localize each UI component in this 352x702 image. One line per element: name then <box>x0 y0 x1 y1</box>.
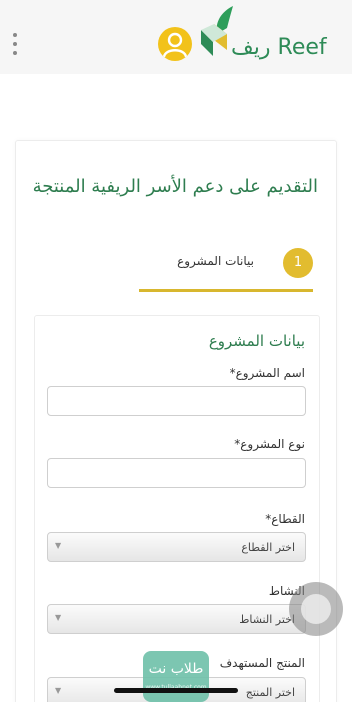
project-name-label: اسم المشروع* <box>229 366 305 380</box>
chevron-down-icon: ▼ <box>55 686 62 695</box>
target-product-select-placeholder: اختر المنتج <box>245 686 295 699</box>
chevron-down-icon: ▼ <box>55 613 62 622</box>
brand-name: ريف Reef <box>231 35 327 60</box>
target-product-label: المنتج المستهدف <box>219 656 305 670</box>
project-type-input[interactable] <box>47 458 306 488</box>
watermark-text: طلاب نت <box>148 661 204 677</box>
reef-logo: ريف Reef <box>197 4 347 68</box>
step-indicator[interactable]: 1 <box>283 248 313 278</box>
step-progress-line <box>139 289 313 292</box>
sector-select[interactable]: ▼ اختر القطاع <box>47 532 306 562</box>
app-header: ريف Reef <box>0 0 352 74</box>
watermark-logo: طلاب نت www.tullaabnet.com <box>143 651 209 702</box>
step-label: بيانات المشروع <box>177 254 254 268</box>
user-avatar-icon[interactable] <box>158 27 192 61</box>
sector-select-placeholder: اختر القطاع <box>241 541 295 554</box>
assistive-touch-ring <box>301 594 331 624</box>
project-name-input[interactable] <box>47 386 306 416</box>
chevron-down-icon: ▼ <box>55 541 62 550</box>
section-title: بيانات المشروع <box>208 332 305 350</box>
page-title: التقديم على دعم الأسر الريفية المنتجة <box>32 176 318 197</box>
project-type-label: نوع المشروع* <box>234 437 305 451</box>
sector-label: القطاع* <box>265 512 305 526</box>
home-indicator[interactable] <box>114 688 238 693</box>
activity-select-placeholder: اختر النشاط <box>239 613 295 626</box>
more-menu-icon[interactable] <box>10 33 20 55</box>
activity-select[interactable]: ▼ اختر النشاط <box>47 604 306 634</box>
assistive-touch-button[interactable] <box>289 582 343 636</box>
